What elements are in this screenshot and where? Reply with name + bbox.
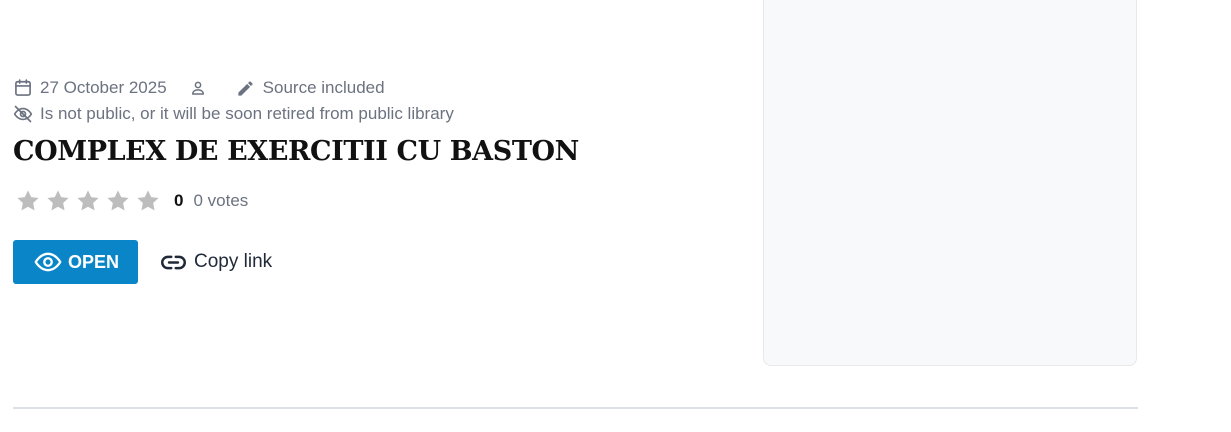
calendar-icon [13, 78, 33, 98]
user-icon [188, 78, 208, 98]
eye-off-icon [13, 104, 33, 124]
link-icon [160, 249, 187, 276]
meta-author[interactable] [188, 78, 215, 98]
document-actions: OPEN Copy link [13, 240, 272, 284]
rating: 0 0 votes [13, 186, 248, 216]
open-button-label: OPEN [68, 251, 120, 272]
document-meta: 27 October 2025 Source included Is not p… [13, 76, 454, 126]
visibility-notice: Is not public, or it will be soon retire… [13, 104, 454, 124]
meta-date: 27 October 2025 [13, 78, 167, 98]
star-rating[interactable] [13, 186, 163, 216]
rating-votes: 0 votes [193, 191, 249, 210]
meta-date-text: 27 October 2025 [40, 78, 167, 97]
copy-link-label: Copy link [194, 251, 273, 272]
star-icon-4[interactable] [103, 186, 133, 216]
meta-source-text: Source included [262, 78, 385, 97]
open-button[interactable]: OPEN [13, 240, 139, 284]
pencil-icon [236, 78, 256, 98]
star-icon-2[interactable] [43, 186, 73, 216]
visibility-notice-text: Is not public, or it will be soon retire… [40, 104, 454, 123]
star-icon-1[interactable] [13, 186, 43, 216]
star-icon-5[interactable] [133, 186, 163, 216]
document-title: COMPLEX DE EXERCITII CU BASTON [13, 136, 579, 167]
meta-source: Source included [236, 78, 385, 98]
eye-icon [34, 248, 62, 276]
star-icon-3[interactable] [73, 186, 103, 216]
preview-panel [763, 0, 1137, 366]
rating-value: 0 [174, 191, 184, 210]
meta-row-primary: 27 October 2025 Source included [13, 76, 454, 100]
copy-link-button[interactable]: Copy link [160, 249, 272, 276]
section-divider [13, 407, 1138, 409]
meta-row-visibility: Is not public, or it will be soon retire… [13, 102, 454, 126]
